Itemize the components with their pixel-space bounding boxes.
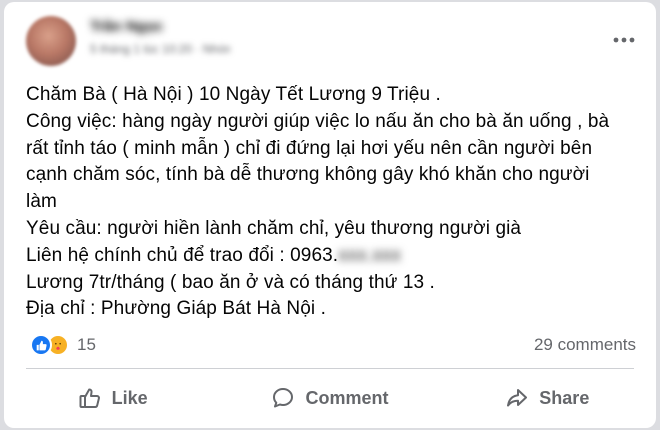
post-actions-bar: Like Comment Share <box>4 374 656 422</box>
post-text-line: làm <box>26 191 57 213</box>
post-timestamp[interactable]: 5 tháng 1 lúc 10:20 · Nhóm <box>90 42 230 56</box>
comment-button[interactable]: Comment <box>221 374 438 422</box>
post-text-line: cạnh chăm sóc, tính bà dễ thương không g… <box>26 164 590 186</box>
like-reaction-icon <box>30 334 52 356</box>
like-label: Like <box>111 387 148 408</box>
avatar[interactable] <box>26 16 76 66</box>
phone-number-hidden: xxx.xxx <box>338 244 402 266</box>
reactions-summary[interactable]: 15 <box>30 332 96 358</box>
share-arrow-icon <box>507 389 528 407</box>
post-text-line: Công việc: hàng ngày người giúp việc lo … <box>26 110 610 132</box>
divider <box>26 368 634 369</box>
contact-label: Liên hệ chính chủ để trao đổi : 0963. <box>26 244 339 266</box>
author-name[interactable]: Trần Ngọc <box>90 18 168 34</box>
more-options-button[interactable] <box>610 30 638 50</box>
post-header: Trần Ngọc 5 tháng 1 lúc 10:20 · Nhóm <box>4 2 656 78</box>
like-button[interactable]: Like <box>4 374 221 422</box>
share-button[interactable]: Share <box>439 374 656 422</box>
post-text: Chăm Bà ( Hà Nội ) 10 Ngày Tết Lương 9 T… <box>26 82 642 323</box>
post-text-line: rất tỉnh táo ( minh mẫn ) chỉ đi đứng lạ… <box>26 137 593 159</box>
share-label: Share <box>539 387 590 408</box>
post-title-line: Chăm Bà ( Hà Nội ) 10 Ngày Tết Lương 9 T… <box>26 84 441 105</box>
contact-line: Liên hệ chính chủ để trao đổi : 0963.xxx… <box>26 243 642 270</box>
salary-line: Lương 7tr/tháng ( bao ăn ở và có tháng t… <box>26 271 435 293</box>
comments-count-link[interactable]: 29 comments <box>534 332 636 358</box>
comment-bubble-icon <box>273 388 294 408</box>
more-dots-icon <box>613 37 635 43</box>
reaction-count: 15 <box>77 335 96 354</box>
comment-label: Comment <box>305 387 389 408</box>
thumbs-up-icon <box>79 388 100 408</box>
post-card: Trần Ngọc 5 tháng 1 lúc 10:20 · Nhóm Chă… <box>4 2 656 428</box>
address-line: Địa chỉ : Phường Giáp Bát Hà Nội . <box>26 298 326 320</box>
post-text-line: Yêu cầu: người hiền lành chăm chỉ, yêu t… <box>26 217 522 239</box>
